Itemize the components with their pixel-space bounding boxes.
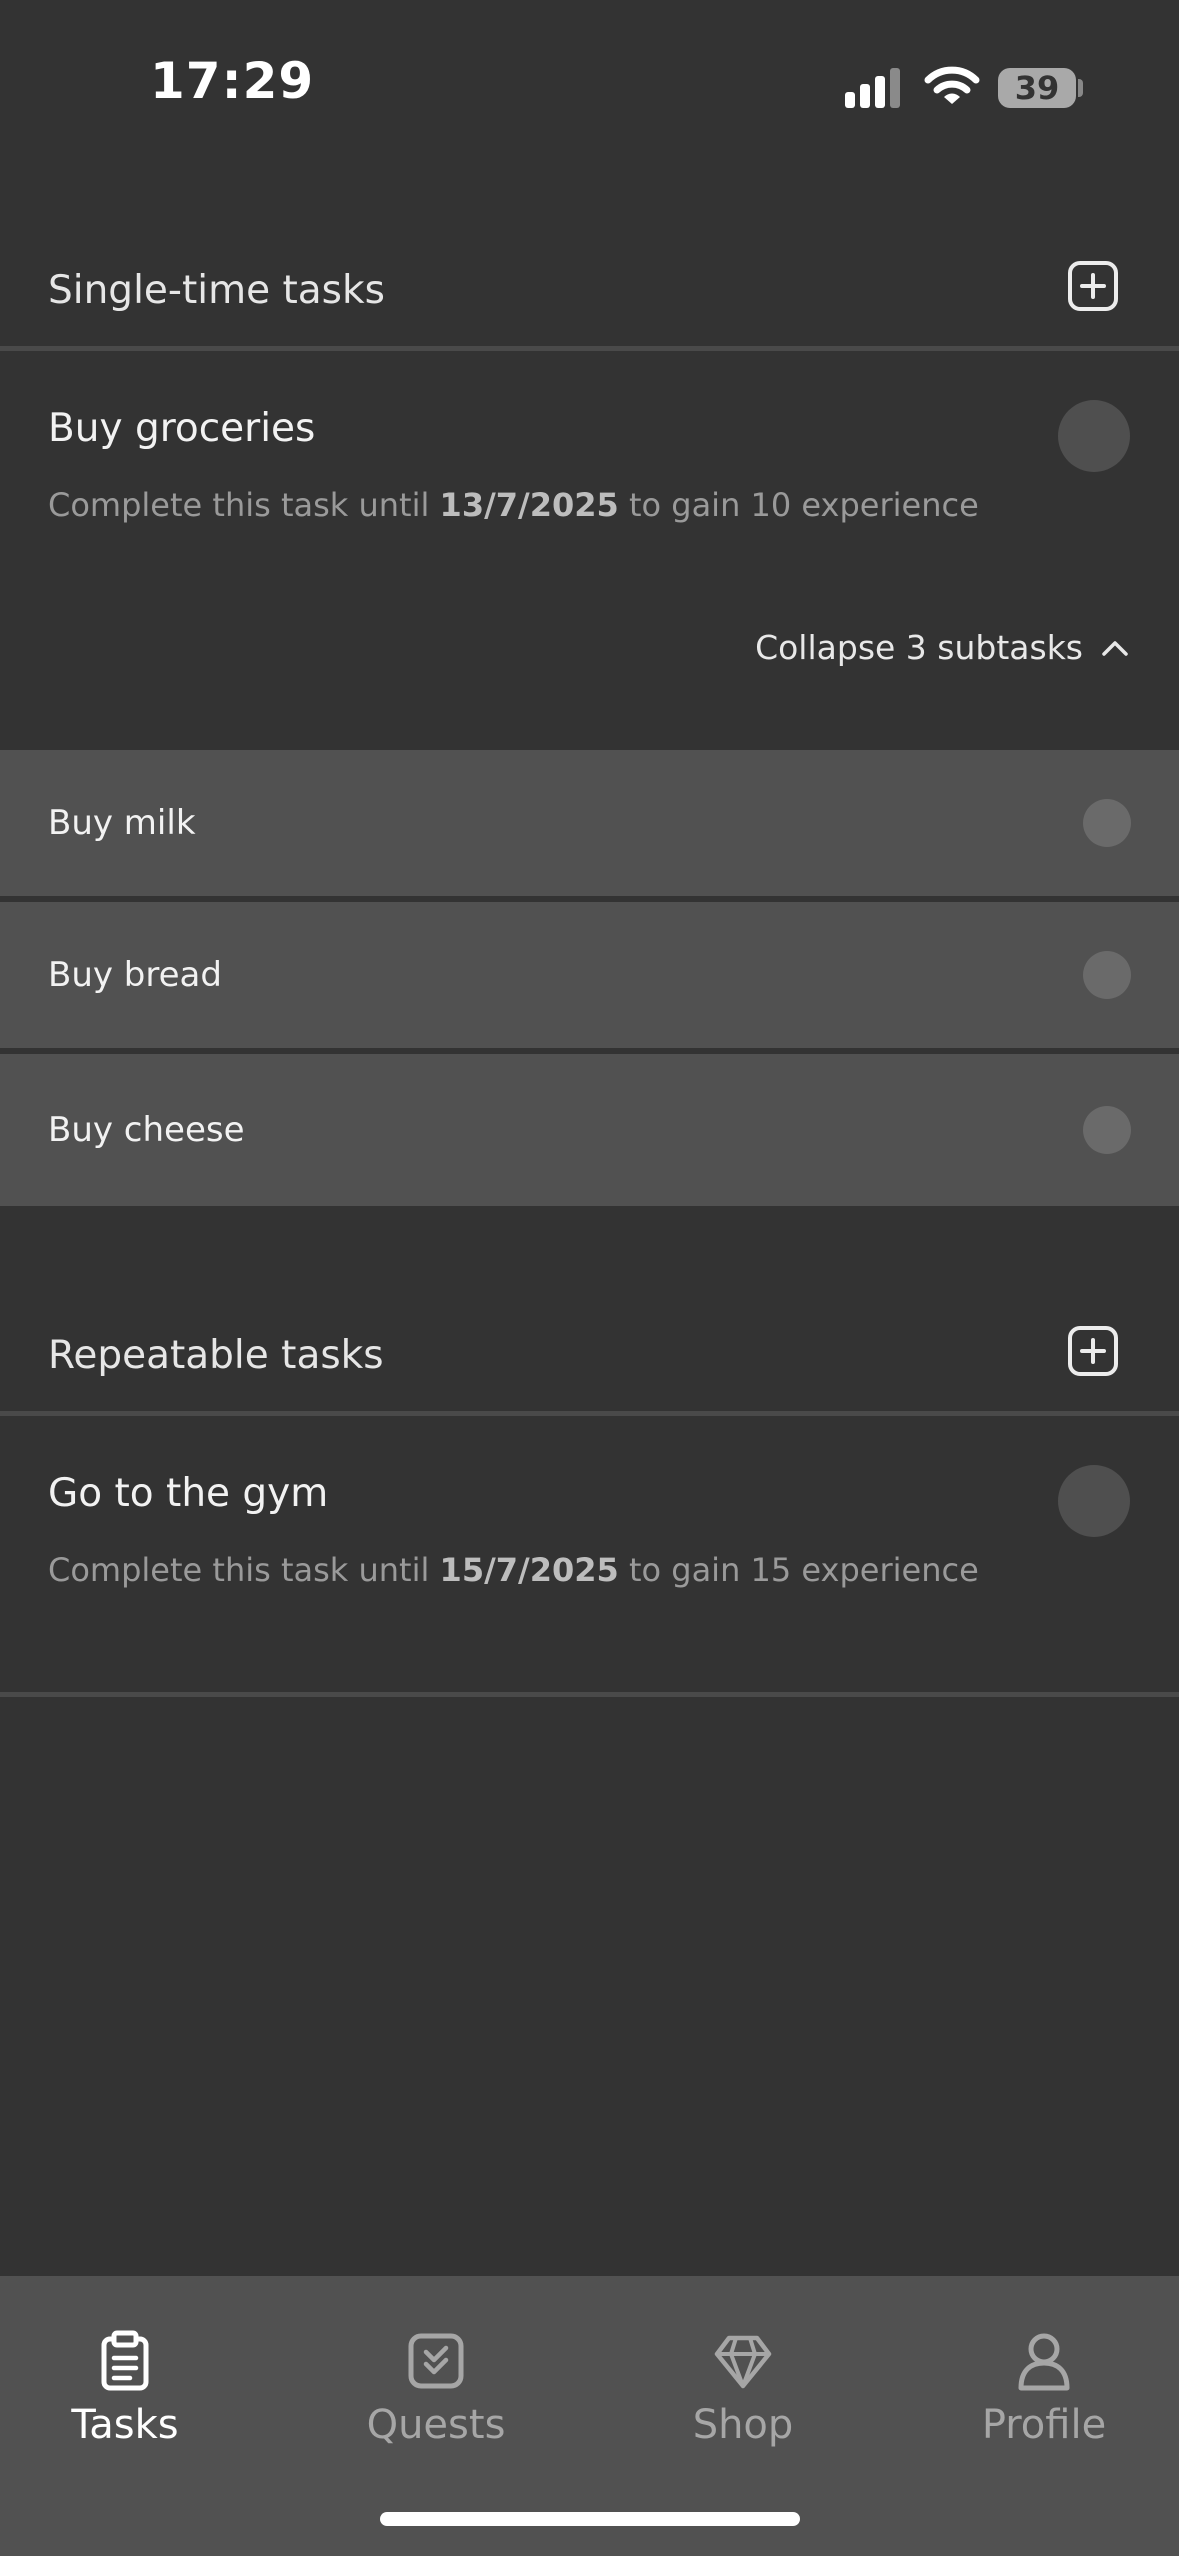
section-divider: [0, 1692, 1179, 1697]
subtask-label: Buy cheese: [48, 1110, 245, 1150]
user-icon: [1018, 2333, 1070, 2391]
nav-tab-profile[interactable]: Profile: [934, 2330, 1154, 2448]
task-complete-toggle[interactable]: [1058, 1465, 1130, 1537]
nav-label: Quests: [366, 2402, 506, 2448]
home-indicator[interactable]: [380, 2512, 800, 2526]
desc-date: 15/7/2025: [439, 1551, 619, 1589]
subtask-label: Buy bread: [48, 955, 222, 995]
collapse-label: Collapse 3 subtasks: [755, 628, 1083, 667]
desc-prefix: Complete this task until: [48, 486, 440, 524]
plus-square-icon: [1080, 1338, 1106, 1364]
task-description: Complete this task until 15/7/2025 to ga…: [48, 1551, 979, 1589]
nav-label: Profile: [981, 2402, 1107, 2448]
subtask-label: Buy milk: [48, 803, 196, 843]
task-title[interactable]: Go to the gym: [48, 1471, 328, 1516]
nav-label: Tasks: [71, 2402, 179, 2448]
diamond-icon: [714, 2335, 772, 2389]
subtask-row[interactable]: Buy bread: [0, 902, 1179, 1048]
signal-icon: [845, 68, 900, 108]
desc-suffix: to gain 10 experience: [618, 486, 979, 524]
add-repeatable-task-button[interactable]: [1068, 1326, 1118, 1376]
desc-suffix: to gain 15 experience: [618, 1551, 979, 1589]
nav-tab-quests[interactable]: Quests: [326, 2330, 546, 2448]
clipboard-icon: [101, 2330, 149, 2391]
nav-tab-tasks[interactable]: Tasks: [15, 2330, 235, 2448]
plus-square-icon: [1080, 273, 1106, 299]
section-divider: [0, 1411, 1179, 1416]
battery-indicator: 39: [998, 68, 1076, 108]
subtask-complete-toggle[interactable]: [1083, 1106, 1131, 1154]
section-divider: [0, 346, 1179, 351]
task-complete-toggle[interactable]: [1058, 400, 1130, 472]
add-single-task-button[interactable]: [1068, 261, 1118, 311]
subtask-row[interactable]: Buy cheese: [0, 1054, 1179, 1206]
chevron-up-icon: [1102, 640, 1128, 656]
nav-label: Shop: [692, 2402, 794, 2448]
desc-prefix: Complete this task until: [48, 1551, 440, 1589]
battery-cap: [1078, 79, 1083, 97]
wifi-icon: [924, 66, 980, 104]
desc-date: 13/7/2025: [439, 486, 619, 524]
task-title[interactable]: Buy groceries: [48, 406, 315, 451]
section-title-repeatable: Repeatable tasks: [48, 1333, 384, 1378]
collapse-subtasks-button[interactable]: Collapse 3 subtasks: [755, 628, 1129, 667]
subtask-complete-toggle[interactable]: [1083, 951, 1131, 999]
nav-tab-shop[interactable]: Shop: [633, 2330, 853, 2448]
check-square-icon: [408, 2333, 464, 2389]
subtask-complete-toggle[interactable]: [1083, 799, 1131, 847]
task-description: Complete this task until 13/7/2025 to ga…: [48, 486, 979, 524]
section-title-single-time: Single-time tasks: [48, 268, 385, 313]
subtask-row[interactable]: Buy milk: [0, 750, 1179, 896]
status-time: 17:29: [150, 52, 315, 110]
